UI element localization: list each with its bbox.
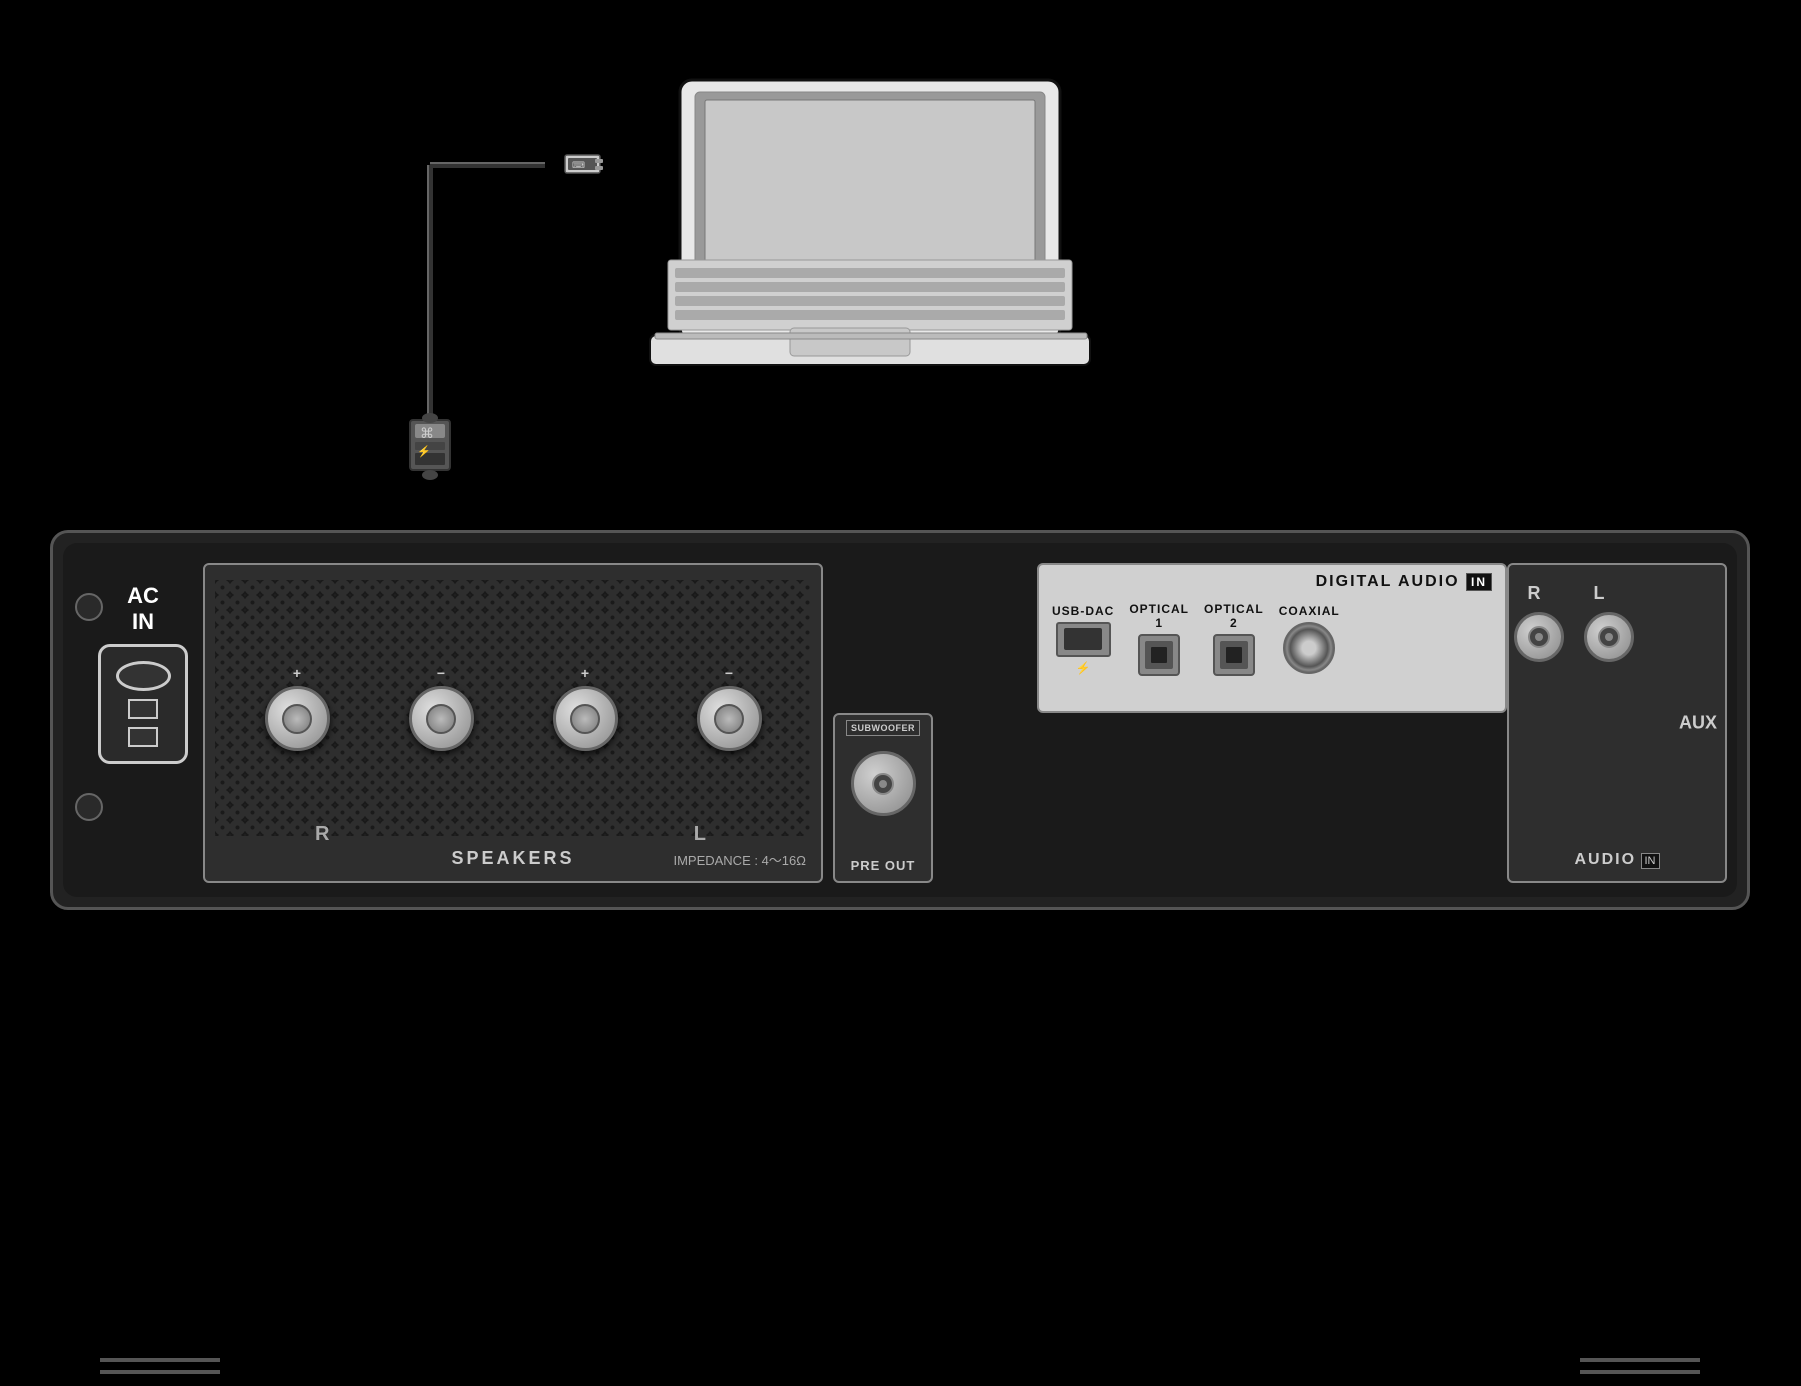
optical-2-connector	[1213, 634, 1255, 676]
preout-label: PRE OUT	[851, 858, 916, 873]
coaxial-label: COAXIAL	[1279, 604, 1340, 618]
terminal-knob-lch-pos	[265, 686, 330, 751]
ac-in-label: AC IN	[127, 583, 159, 636]
preout-rca-connector	[851, 751, 916, 816]
power-pin-top	[128, 699, 158, 719]
power-pin-bottom	[128, 727, 158, 747]
subwoofer-label: SUBWOOFER	[846, 720, 920, 736]
analog-r-connector	[1514, 612, 1564, 662]
optical-2-label-line2: 2	[1204, 616, 1264, 630]
aux-label: AUX	[1679, 713, 1717, 734]
r-label: R	[1514, 583, 1554, 604]
rca-label-row: R L	[1514, 583, 1720, 604]
terminal-knob-lch-neg	[409, 686, 474, 751]
optical-2-label-line1: OPTICAL	[1204, 602, 1264, 616]
usb-dac-port-group: USB-DAC ⚡	[1052, 604, 1114, 675]
svg-text:⌨: ⌨	[572, 160, 585, 170]
digital-audio-header: DIGITAL AUDIO IN	[1047, 573, 1497, 591]
screw-bottom-left	[75, 793, 103, 821]
svg-text:⚡: ⚡	[417, 445, 431, 458]
terminal-knob-rch-pos	[553, 686, 618, 751]
optical-1-label-line2: 1	[1129, 616, 1189, 630]
terminal-rch-neg: −	[697, 665, 762, 751]
terminal-rch-pos: +	[553, 665, 618, 751]
coaxial-port-group: COAXIAL	[1279, 604, 1340, 674]
svg-text:⌘: ⌘	[420, 425, 434, 441]
digital-ports: USB-DAC ⚡ OPTICAL 1	[1047, 597, 1497, 681]
optical-1-label-line1: OPTICAL	[1129, 602, 1189, 616]
analog-audio-header: AUDIO IN	[1509, 851, 1725, 869]
usb-dac-label: USB-DAC	[1052, 604, 1114, 618]
impedance-label: IMPEDANCE : 4～16Ω	[673, 850, 806, 869]
terminal-knob-rch-neg	[697, 686, 762, 751]
terminal-lch-pos: +	[265, 665, 330, 751]
channel-r-label: R	[315, 823, 329, 846]
amp-back-panel: AC IN + −	[50, 530, 1750, 910]
analog-l-connector	[1584, 612, 1634, 662]
terminal-lch-neg: −	[409, 665, 474, 751]
analog-audio-section: R L AUX A	[1507, 563, 1727, 883]
optical-1-port-group: OPTICAL 1	[1129, 602, 1189, 676]
usb-symbol-label: ⚡	[1076, 661, 1091, 675]
speakers-section: + − +	[203, 563, 823, 883]
optical-1-connector	[1138, 634, 1180, 676]
channel-l-label: L	[694, 823, 706, 846]
coaxial-connector	[1283, 622, 1335, 674]
digital-in-badge: IN	[1466, 573, 1492, 591]
analog-in-badge: IN	[1641, 853, 1660, 869]
l-label: L	[1579, 583, 1619, 604]
usb-dac-connector	[1056, 622, 1111, 657]
optical-2-port-group: OPTICAL 2	[1204, 602, 1264, 676]
power-connector	[98, 644, 188, 764]
digital-audio-section: DIGITAL AUDIO IN USB-DAC ⚡ OPTICAL 1	[1037, 563, 1507, 713]
preout-section: SUBWOOFER PRE OUT	[833, 713, 933, 883]
terminals-grid: + − +	[215, 580, 811, 836]
